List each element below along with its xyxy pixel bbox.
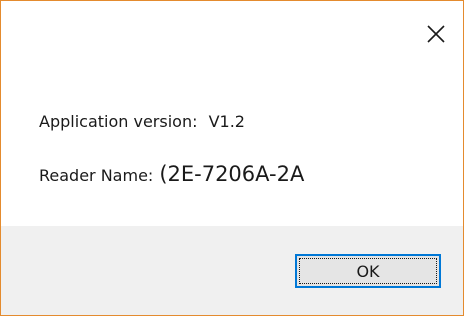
reader-name-label: Reader Name xyxy=(39,166,148,185)
reader-name-row: Reader Name: (2E-7206A-2A xyxy=(39,159,304,191)
ok-button[interactable]: OK xyxy=(295,254,441,288)
application-version-label: Application version xyxy=(39,112,193,131)
dialog-content: Application version: V1.2 Reader Name: (2… xyxy=(1,1,463,226)
application-version-row: Application version: V1.2 xyxy=(39,111,245,133)
reader-name-separator: : xyxy=(147,166,154,185)
reader-name-value: (2E-7206A-2A xyxy=(159,162,305,186)
close-icon xyxy=(427,25,445,43)
message-dialog: Application version: V1.2 Reader Name: (2… xyxy=(0,0,464,316)
application-version-separator: : xyxy=(192,112,198,131)
application-version-value: V1.2 xyxy=(208,112,245,131)
close-button[interactable] xyxy=(419,17,453,51)
ok-button-label: OK xyxy=(299,258,437,284)
dialog-footer: OK xyxy=(1,226,463,315)
